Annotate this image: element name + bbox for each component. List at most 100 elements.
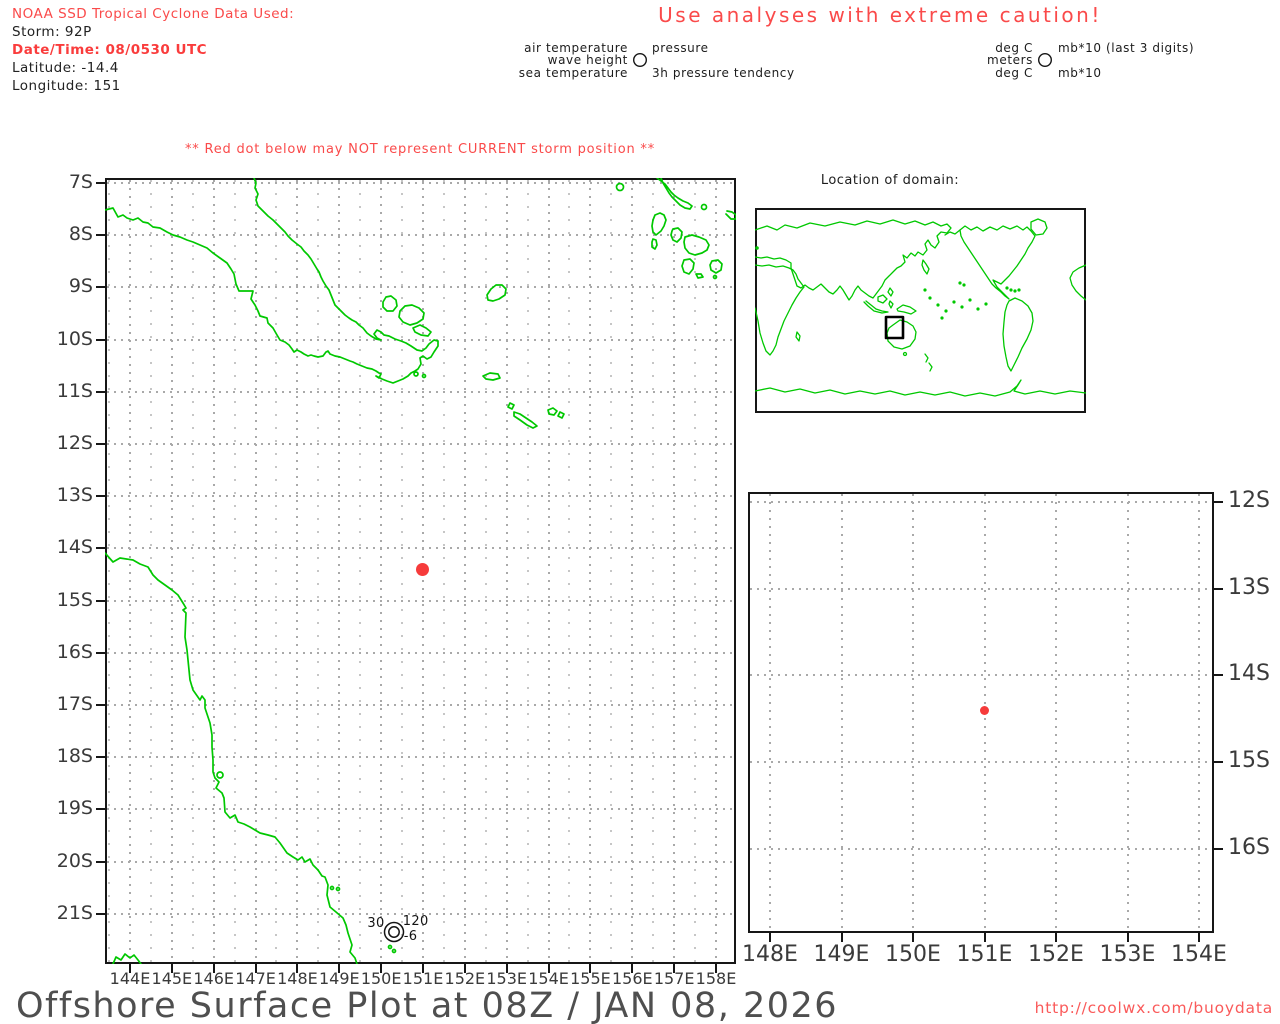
north-america [959, 225, 1036, 300]
island [486, 284, 507, 302]
lat-tick-label: 19S [56, 797, 93, 820]
island [557, 411, 565, 419]
lon-tick-label: 148E [742, 942, 798, 967]
lat-tick-label: 12S [56, 432, 93, 454]
island [482, 372, 501, 381]
lat-tick-label: 12S [1228, 488, 1270, 513]
islet [387, 944, 393, 950]
island [651, 212, 667, 236]
world-map [755, 218, 1086, 397]
unit-pressure-tendency: mb*10 [1058, 66, 1102, 80]
station-pressure-value: 120 [402, 914, 429, 930]
island [513, 411, 538, 429]
africa-west-coastline [1069, 264, 1086, 301]
lat-tick-label: 16S [1228, 834, 1270, 860]
lat-tick-label: 15S [1228, 748, 1270, 774]
new-zealand [928, 362, 933, 372]
legend-pressure: pressure [652, 41, 709, 55]
png-coastline [105, 178, 439, 384]
lon-tick-label: 150E [885, 942, 941, 967]
lat-tick-label: 10S [56, 327, 93, 350]
storm-position-dot-inset [980, 705, 989, 715]
domain-inset-title: Location of domain: [820, 173, 960, 188]
island [216, 771, 224, 779]
legend-pressure-tendency: 3h pressure tendency [652, 66, 795, 80]
tasmania [902, 351, 908, 357]
island [547, 407, 558, 416]
islet [421, 373, 427, 379]
legend-wave-height: wave height [547, 53, 628, 67]
eurasia-coastline [755, 219, 952, 301]
lat-tick-label: 13S [56, 484, 93, 507]
station-air-temp-value: 30 [367, 916, 385, 932]
island [507, 402, 515, 410]
island [651, 238, 658, 250]
island [382, 295, 398, 312]
lon-tick-label: 152E [1028, 942, 1084, 967]
sulawesi [888, 300, 894, 309]
island [725, 210, 736, 220]
greenland [1030, 218, 1048, 236]
borneo [877, 294, 888, 304]
lat-tick-label: 11S [56, 379, 93, 402]
island [615, 182, 625, 192]
japan [921, 259, 930, 275]
islet [712, 274, 718, 280]
island [695, 273, 704, 279]
unit-pressure: mb*10 (last 3 digits) [1058, 41, 1195, 55]
island [681, 258, 695, 275]
australia-coastline [105, 552, 358, 964]
africa-east-coastline [755, 264, 805, 356]
new-guinea [896, 304, 917, 315]
lat-tick-label: 14S [56, 536, 93, 559]
lat-tick-label: 20S [56, 849, 93, 872]
storm-position-warning: ** Red dot below may NOT represent CURRE… [184, 142, 656, 157]
island [412, 324, 432, 337]
island [683, 234, 710, 256]
australia [886, 319, 917, 350]
islet [700, 203, 708, 211]
lat-tick-label: 21S [56, 901, 93, 924]
buoy-plot-page: NOAA SSD Tropical Cyclone Data Used: Sto… [0, 0, 1280, 1024]
lat-tick-label: 9S [68, 275, 93, 298]
station-circle-icon [632, 52, 648, 68]
lat-tick-label: 8S [68, 223, 93, 246]
lat-tick-label: 7S [68, 171, 93, 193]
station-tendency-value: -6 [403, 929, 418, 945]
legend-sea-temperature: sea temperature [518, 66, 628, 80]
new-zealand [924, 353, 929, 363]
cyclone-source-label: NOAA SSD Tropical Cyclone Data Used: [12, 6, 295, 22]
island [656, 178, 693, 210]
indonesia [863, 300, 889, 314]
storm-datetime-line: Date/Time: 08/0530 UTC [12, 42, 208, 58]
caution-headline: Use analyses with extreme caution! [658, 3, 1102, 27]
south-america [1002, 297, 1034, 372]
lon-tick-label: 149E [813, 942, 870, 967]
philippines [887, 287, 894, 297]
antarctica-coastline [755, 379, 1086, 397]
lat-tick-label: 15S [56, 588, 93, 611]
lat-tick-label: 14S [1228, 661, 1270, 687]
storm-latitude-line: Latitude: -14.4 [12, 60, 119, 76]
islet [413, 371, 419, 377]
unit-wave-height: meters [987, 53, 1033, 67]
lon-tick-label: 151E [956, 942, 1013, 967]
islet [335, 886, 341, 892]
unit-sea-temperature: deg C [995, 66, 1033, 80]
storm-id-line: Storm: 92P [12, 24, 92, 40]
lon-tick-label: 154E [1171, 942, 1227, 967]
islet [391, 948, 397, 954]
lon-tick-label: 153E [1099, 942, 1156, 967]
station-circle-icon [1037, 52, 1053, 68]
lat-tick-label: 17S [56, 693, 93, 715]
storm-longitude-line: Longitude: 151 [12, 78, 121, 94]
island [709, 259, 723, 274]
madagascar [795, 331, 801, 342]
lat-tick-label: 13S [1228, 574, 1270, 600]
site-url-link[interactable]: http://coolwx.com/buoydata [973, 999, 1273, 1017]
lat-tick-label: 18S [56, 745, 93, 768]
island [398, 304, 425, 326]
islet [329, 885, 335, 891]
coast-fragment [112, 953, 142, 964]
lat-tick-label: 16S [56, 640, 93, 663]
